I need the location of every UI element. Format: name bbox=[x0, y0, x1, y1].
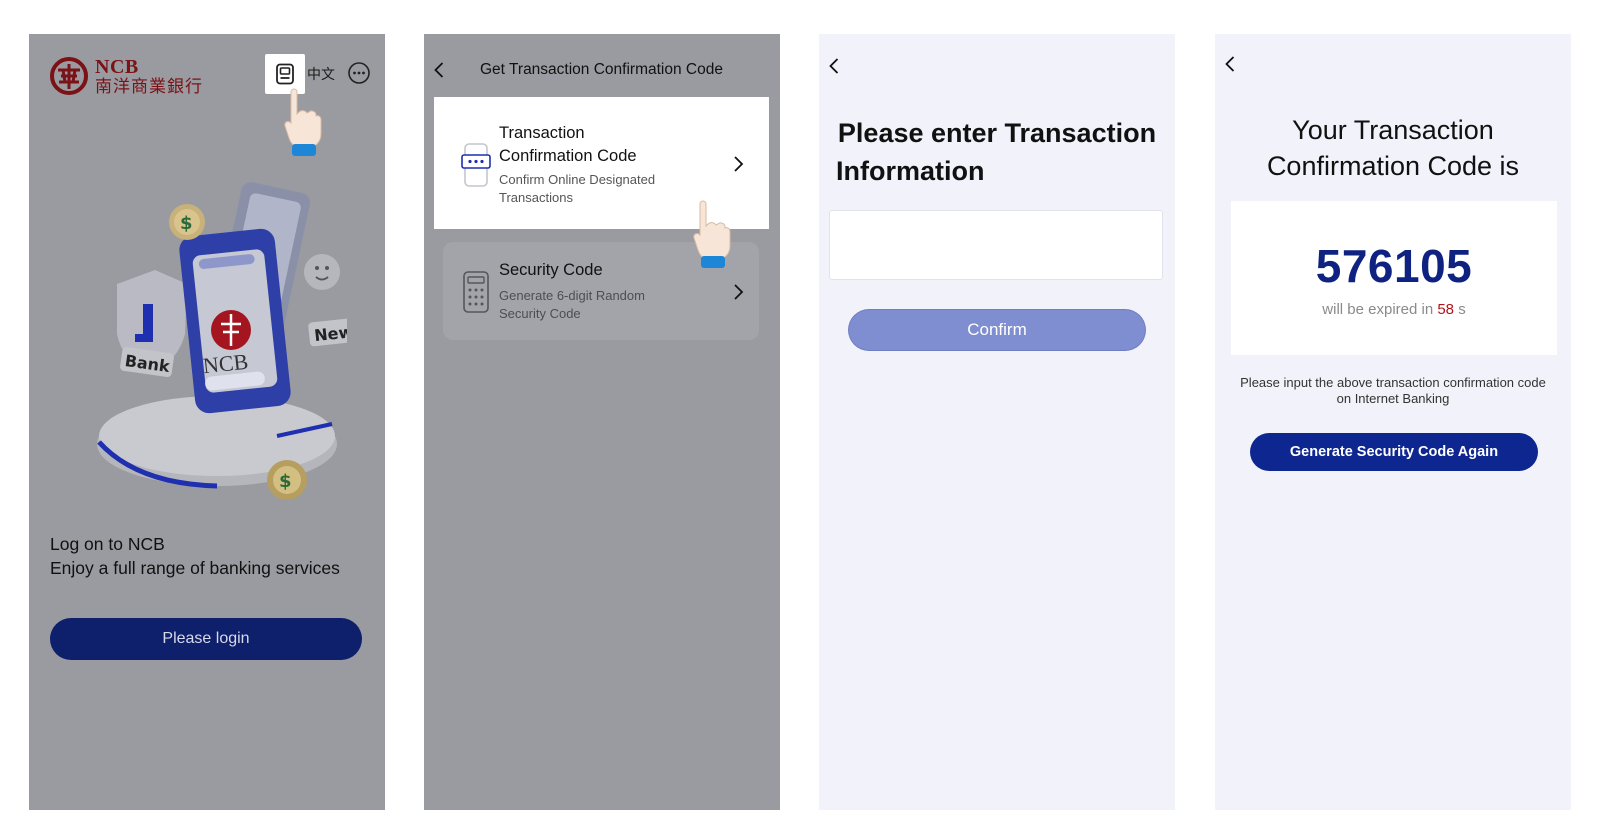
option-title-line-1: Transaction bbox=[499, 124, 585, 142]
heading-line-1: Please enter Transaction bbox=[837, 118, 1157, 148]
heading-line-2: Information bbox=[836, 156, 985, 186]
option-subtitle-line-1: Confirm Online Designated bbox=[499, 172, 656, 187]
confirmation-code-screen: Your Transaction Confirmation Code is 57… bbox=[1215, 34, 1571, 810]
expiry-text: will be expired in 58 s bbox=[1231, 301, 1557, 318]
instruction-text: Please input the above transaction confi… bbox=[1215, 375, 1571, 407]
calculator-icon bbox=[463, 271, 489, 313]
heading-line-1: Your Transaction bbox=[1292, 115, 1494, 145]
welcome-line-1: Log on to NCB bbox=[50, 534, 165, 554]
option-title-line-2: Confirmation Code bbox=[499, 147, 637, 165]
logo-english: NCB bbox=[95, 55, 139, 78]
qr-scan-icon bbox=[276, 63, 294, 85]
option-subtitle-line-2: Transactions bbox=[499, 190, 573, 205]
page-heading: Please enter Transaction Information bbox=[819, 114, 1175, 190]
chevron-right-icon bbox=[734, 284, 744, 300]
tap-hand-icon bbox=[693, 200, 731, 268]
ncb-logo: NCB 南洋商業銀行 bbox=[49, 56, 203, 96]
generate-again-button[interactable]: Generate Security Code Again bbox=[1250, 433, 1538, 471]
confirmation-code: 576105 bbox=[1315, 240, 1473, 292]
heading-line-2: Confirmation Code is bbox=[1266, 151, 1520, 181]
hero-illustration: $ $ Bank New NCB bbox=[97, 182, 347, 500]
instruction-line-2: on Internet Banking bbox=[1336, 391, 1450, 406]
new-badge-text: New bbox=[313, 322, 347, 345]
svg-text:$: $ bbox=[180, 213, 193, 234]
ncb-logo-icon bbox=[50, 57, 88, 95]
expiry-seconds: 58 bbox=[1437, 301, 1455, 318]
back-icon[interactable] bbox=[1221, 54, 1241, 74]
transaction-info-input[interactable] bbox=[829, 210, 1163, 280]
instruction-line-1: Please input the above transaction confi… bbox=[1240, 375, 1546, 390]
login-button[interactable]: Please login bbox=[50, 618, 362, 660]
svg-text:$: $ bbox=[279, 471, 292, 492]
login-screen: NCB 南洋商業銀行 中文 $ $ Bank New NCB Log on to… bbox=[29, 34, 385, 810]
chevron-right-icon bbox=[734, 156, 744, 172]
back-icon[interactable] bbox=[430, 60, 450, 80]
welcome-text: Log on to NCB Enjoy a full range of bank… bbox=[50, 532, 340, 580]
confirm-button[interactable]: Confirm bbox=[849, 310, 1145, 350]
code-card: 576105 will be expired in 58 s bbox=[1231, 201, 1557, 355]
language-toggle[interactable]: 中文 bbox=[307, 64, 335, 84]
expiry-prefix: will be expired in bbox=[1322, 301, 1434, 318]
page-heading: Your Transaction Confirmation Code is bbox=[1215, 112, 1571, 184]
phone-password-icon bbox=[461, 143, 491, 187]
back-icon[interactable] bbox=[825, 56, 845, 76]
enter-info-screen: Please enter Transaction Information Con… bbox=[819, 34, 1175, 810]
get-code-screen: Get Transaction Confirmation Code Transa… bbox=[424, 34, 780, 810]
expiry-suffix: s bbox=[1458, 301, 1466, 318]
tap-hand-icon bbox=[284, 88, 322, 156]
option-subtitle-line-2: Security Code bbox=[499, 306, 581, 321]
more-icon[interactable] bbox=[347, 61, 371, 85]
option-title: Security Code bbox=[499, 261, 603, 279]
option-subtitle-line-1: Generate 6-digit Random bbox=[499, 288, 645, 303]
logo-chinese: 南洋商業銀行 bbox=[95, 76, 203, 97]
welcome-line-2: Enjoy a full range of banking services bbox=[50, 558, 340, 578]
page-title: Get Transaction Confirmation Code bbox=[480, 61, 723, 78]
phone-logo-text: NCB bbox=[202, 349, 250, 379]
